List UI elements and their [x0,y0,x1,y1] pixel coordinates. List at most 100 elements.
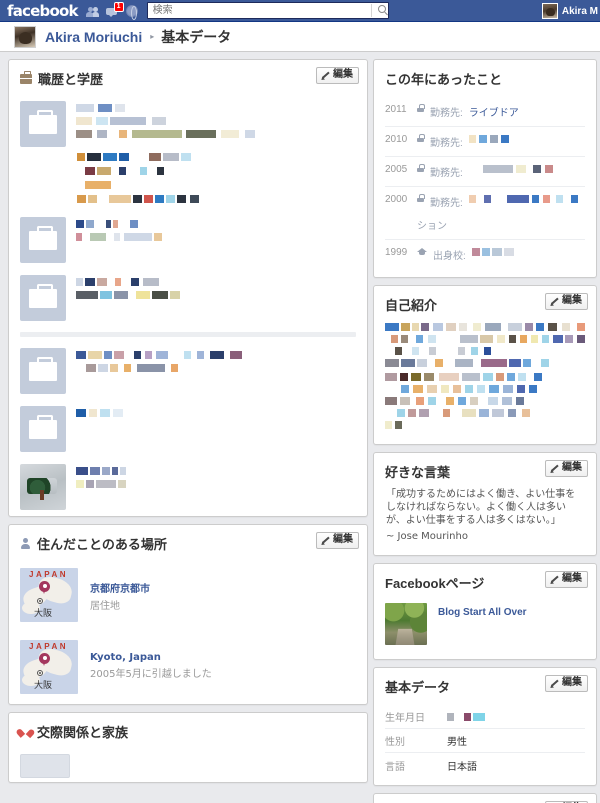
graduation-cap-icon [417,247,427,255]
card-title-places-lived: 住んだことのある場所 [20,534,167,553]
map-country-label: JAPAN [29,642,69,651]
lock-icon [417,134,425,142]
edit-about-button[interactable]: 編集 [545,293,588,310]
year-event-row[interactable]: 2011 勤務先: ライブドア [385,97,585,127]
edit-button-label: 編集 [333,69,353,80]
account-avatar [541,3,558,19]
map-thumbnail[interactable]: JAPAN 大阪 [20,640,78,694]
redacted-text [385,359,585,367]
place-item[interactable]: JAPAN 大阪 京都府京都市 居住地 [9,560,367,632]
year-event-row[interactable]: 2005 勤務先: [385,157,585,187]
account-menu[interactable]: Akira M [541,0,600,22]
card-header: 住んだことのある場所 編集 [9,525,367,560]
work-entry[interactable] [9,95,367,153]
work-entry[interactable] [9,269,367,327]
facebook-page-body: Blog Start All Over [374,599,596,659]
work-entry[interactable] [9,342,367,400]
basic-info-key: 言語 [385,761,405,773]
card-relationships-family: 交際関係と家族 [8,712,368,783]
profile-avatar[interactable] [14,25,36,48]
edit-favorite-quote-button[interactable]: 編集 [545,460,588,477]
edit-basic-info-button[interactable]: 編集 [545,675,588,692]
facebook-page-thumbnail[interactable] [385,603,427,645]
card-header: 自己紹介 編集 [374,286,596,321]
year-event-type: 勤務先: [430,108,463,119]
map-city-label: 大阪 [34,609,53,619]
search-input[interactable] [146,2,389,19]
search-container [146,2,389,19]
year-label: 2005 [385,164,408,175]
place-name[interactable]: 京都府京都市 [90,580,150,595]
map-thumbnail[interactable]: JAPAN 大阪 [20,568,78,622]
card-about: 自己紹介 編集 [373,285,597,445]
work-entry-thumbnail [20,406,66,452]
place-name[interactable]: Kyoto, Japan [90,652,212,663]
card-title-text: 基本データ [385,681,451,696]
edit-places-lived-button[interactable]: 編集 [316,532,359,549]
quote-body: 「成功するためにはよく働き、よい仕事をしなければならない。よく働く人は多いが、よ… [374,488,596,555]
work-entry-extra [9,153,367,211]
redacted-text [76,364,356,372]
pencil-icon [550,464,559,473]
map-city-label: 大阪 [34,681,53,691]
edit-work-education-button[interactable]: 編集 [316,67,359,84]
basic-info-key: 性別 [385,737,405,748]
facebook-logo[interactable]: facebook [0,0,86,22]
account-name: Akira M [561,5,598,17]
place-info: 京都府京都市 居住地 [90,568,150,612]
breadcrumb-profile-name[interactable]: Akira Moriuchi [45,29,142,45]
top-navigation-bar: facebook 1 Akira M [0,0,600,22]
quote-text: 「成功するためにはよく働き、よい仕事をしなければならない。よく働く人は多いが、よ… [386,489,576,526]
redacted-text [76,351,356,359]
lock-icon [417,164,425,172]
redacted-text [76,278,356,286]
messages-icon[interactable]: 1 [105,1,124,18]
redacted-text [385,385,585,393]
year-event-row[interactable]: 2000 勤務先: ション [385,187,585,240]
year-event-row[interactable]: 1999 出身校: [385,240,585,269]
place-item[interactable]: JAPAN 大阪 Kyoto, Japan 2005年5月に引越しました [9,632,367,704]
relationships-body [9,748,367,782]
year-event-list: 2011 勤務先: ライブドア 2010 勤務先: 2005 勤務先: 2000… [374,95,596,277]
relationship-thumbnail [20,754,70,778]
work-entry[interactable] [9,400,367,458]
card-title-text: 交際関係と家族 [37,726,129,741]
year-event-type: 勤務先: [430,138,463,149]
year-label: 1999 [385,247,408,258]
notifications-icon[interactable] [125,5,138,20]
year-label: 2011 [385,104,407,115]
work-entry-body [76,101,356,143]
redacted-text [76,130,356,138]
search-icon[interactable] [377,5,386,13]
profile-breadcrumb-bar: Akira Moriuchi ▸ 基本データ [0,22,600,52]
card-title-facebook-page: Facebookページ [385,573,484,592]
pencil-icon [550,679,559,688]
card-title-basic-info: 基本データ [385,677,450,696]
year-event-value[interactable]: ライブドア [469,104,519,119]
edit-button-label: 編集 [562,295,582,306]
breadcrumb-section: 基本データ [161,29,232,46]
school-entry[interactable] [9,458,367,516]
year-event-row[interactable]: 2010 勤務先: [385,127,585,157]
basic-info-row: 性別 男性 [385,729,585,753]
search-divider [370,4,372,17]
lock-icon [417,104,425,112]
card-contact-info: 連絡先情報 編集 [373,793,597,803]
card-title-favorite-quote: 好きな言葉 [385,462,450,481]
card-places-lived: 住んだことのある場所 編集 JAPAN 大阪 京都府京都市 居住地 JAPAN … [8,524,368,705]
card-favorite-quote: 好きな言葉 編集 「成功するためにはよく働き、よい仕事をしなければならない。よく… [373,452,597,556]
messages-badge: 1 [113,1,124,12]
main-content: 職歴と学歴 編集 住んだことのある場所 編集 JAPAN 大阪 京都府京都市 居… [0,52,600,803]
basic-info-list: 生年月日 性別 男性 言語 日本語 [374,703,596,785]
work-entry[interactable] [9,211,367,269]
card-header: 交際関係と家族 [9,713,367,748]
card-title-this-year: この年にあったこと [385,69,502,88]
redacted-value [469,165,553,173]
friend-requests-icon[interactable] [85,4,101,18]
pencil-icon [550,297,559,306]
redacted-text [385,409,585,417]
edit-facebook-page-button[interactable]: 編集 [545,571,588,588]
facebook-page-link[interactable]: Blog Start All Over [438,603,527,618]
redacted-text [77,167,356,175]
redacted-text [77,195,356,203]
